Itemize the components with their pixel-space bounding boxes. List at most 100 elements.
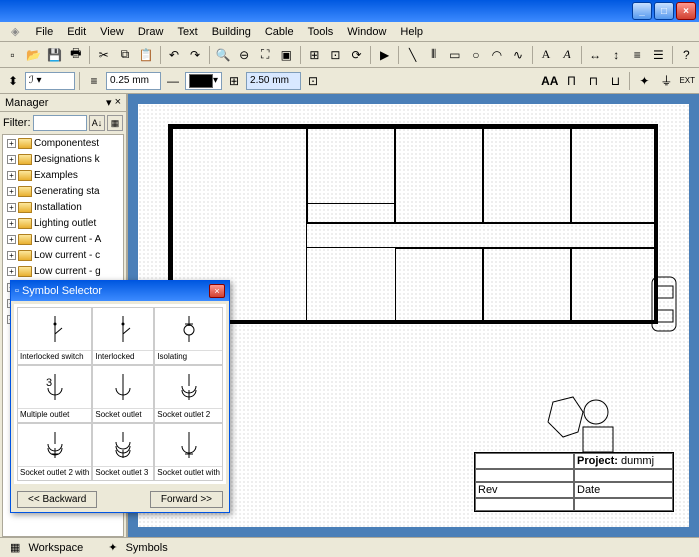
maximize-button[interactable]: □ (654, 2, 674, 20)
ground-icon[interactable]: ⏚ (656, 71, 676, 91)
dialog-titlebar[interactable]: ▫ Symbol Selector × (11, 281, 229, 301)
close-button[interactable]: × (676, 2, 696, 20)
polyline-icon[interactable]: ⦀ (424, 45, 443, 65)
help-icon[interactable]: ? (677, 45, 696, 65)
save-icon[interactable]: 💾 (45, 45, 64, 65)
expand-icon[interactable]: + (7, 251, 16, 260)
open-icon[interactable]: 📂 (24, 45, 43, 65)
lineweight-icon[interactable]: ≡ (84, 71, 104, 91)
dim-icon[interactable]: ↔ (586, 45, 605, 65)
sort-button[interactable]: A↓ (89, 115, 105, 131)
gridsize-combo[interactable]: 2.50 mm (246, 72, 301, 90)
para2-icon[interactable]: ⊓ (583, 71, 603, 91)
menu-file[interactable]: File (28, 24, 60, 40)
symbol-cell[interactable]: Socket outlet 2 (154, 365, 223, 423)
grid-icon[interactable]: ⊞ (305, 45, 324, 65)
symbol-cell[interactable]: Socket outlet with (154, 423, 223, 481)
symbol-cell[interactable]: Socket outlet 2 with (17, 423, 92, 481)
view-button[interactable]: ▦ (107, 115, 123, 131)
tree-item[interactable]: +Designations k (3, 151, 123, 167)
layer-combo[interactable]: ℐ ▾ (25, 72, 75, 90)
para1-icon[interactable]: П (561, 71, 581, 91)
curve-icon[interactable]: ∿ (508, 45, 527, 65)
menu-building[interactable]: Building (205, 24, 258, 40)
manager-close-icon[interactable]: × (115, 96, 121, 109)
text-a-icon[interactable]: A (536, 45, 555, 65)
expand-icon[interactable]: + (7, 203, 16, 212)
linetype-icon[interactable]: — (163, 71, 183, 91)
tree-item[interactable]: +Lighting outlet (3, 215, 123, 231)
print-icon[interactable]: 🖶 (66, 45, 85, 65)
symbol-cell[interactable]: 3Multiple outlet (17, 365, 92, 423)
redo-icon[interactable]: ↷ (186, 45, 205, 65)
text-aa-button[interactable]: AA (540, 71, 559, 91)
minimize-button[interactable]: _ (632, 2, 652, 20)
cut-icon[interactable]: ✂ (94, 45, 113, 65)
rect-icon[interactable]: ▭ (445, 45, 464, 65)
menu-text[interactable]: Text (171, 24, 205, 40)
backward-button[interactable]: << Backward (17, 491, 97, 508)
zoom-fit-icon[interactable]: ⛶ (256, 45, 275, 65)
prop1-icon[interactable]: ⬍ (3, 71, 23, 91)
tree-item[interactable]: +Low current - c (3, 247, 123, 263)
tree-item[interactable]: +Installation (3, 199, 123, 215)
zoom-window-icon[interactable]: ▣ (277, 45, 296, 65)
expand-icon[interactable]: + (7, 155, 16, 164)
symbol-cell[interactable]: Isolating (154, 307, 223, 365)
tree-item[interactable]: +Examples (3, 167, 123, 183)
junction-icon[interactable]: ✦ (634, 71, 654, 91)
menu-help[interactable]: Help (393, 24, 430, 40)
undo-icon[interactable]: ↶ (164, 45, 183, 65)
expand-icon[interactable]: + (7, 139, 16, 148)
align-icon[interactable]: ≡ (628, 45, 647, 65)
line-icon[interactable]: ╲ (403, 45, 422, 65)
refresh-icon[interactable]: ⟳ (347, 45, 366, 65)
snap-icon[interactable]: ⊡ (326, 45, 345, 65)
menu-tools[interactable]: Tools (301, 24, 341, 40)
zoom-in-icon[interactable]: 🔍 (214, 45, 233, 65)
menu-window[interactable]: Window (340, 24, 393, 40)
copy-icon[interactable]: ⧉ (115, 45, 134, 65)
grid2-icon[interactable]: ⊞ (224, 71, 244, 91)
menu-view[interactable]: View (93, 24, 131, 40)
lineweight-combo[interactable]: 0.25 mm (106, 72, 161, 90)
tree-item[interactable]: +Low current - A (3, 231, 123, 247)
layer-icon[interactable]: ☰ (649, 45, 668, 65)
pointer-icon[interactable]: ▶ (375, 45, 394, 65)
workspace-tab[interactable]: ▦ Workspace (5, 540, 93, 555)
menu-draw[interactable]: Draw (131, 24, 171, 40)
dialog-close-button[interactable]: × (209, 284, 225, 298)
expand-icon[interactable]: + (7, 187, 16, 196)
paste-icon[interactable]: 📋 (136, 45, 155, 65)
ext-button[interactable]: EXT (678, 71, 696, 91)
symbol-cell[interactable]: Socket outlet (92, 365, 154, 423)
circle-icon[interactable]: ○ (466, 45, 485, 65)
tree-item[interactable]: +Componentest (3, 135, 123, 151)
symbol-cell[interactable]: Interlocked (92, 307, 154, 365)
dim2-icon[interactable]: ↕ (607, 45, 626, 65)
expand-icon[interactable]: + (7, 219, 16, 228)
menu-cable[interactable]: Cable (258, 24, 301, 40)
symbols-tab[interactable]: ✦ Symbols (103, 540, 177, 555)
tree-item[interactable]: +Generating sta (3, 183, 123, 199)
text-a2-icon[interactable]: A (558, 45, 577, 65)
new-icon[interactable]: ▫ (3, 45, 22, 65)
date-label: Date (574, 482, 673, 498)
window-titlebar: _ □ × (0, 0, 699, 22)
expand-icon[interactable]: + (7, 171, 16, 180)
tree-item[interactable]: +Low current - g (3, 263, 123, 279)
arc-icon[interactable]: ◠ (487, 45, 506, 65)
expand-icon[interactable]: + (7, 267, 16, 276)
folder-icon (18, 138, 32, 149)
color-combo[interactable]: ▾ (185, 72, 222, 90)
expand-icon[interactable]: + (7, 235, 16, 244)
menu-edit[interactable]: Edit (60, 24, 93, 40)
forward-button[interactable]: Forward >> (150, 491, 223, 508)
manager-pin-icon[interactable]: ▾ (106, 96, 112, 109)
symbol-cell[interactable]: Socket outlet 3 (92, 423, 154, 481)
zoom-out-icon[interactable]: ⊖ (235, 45, 254, 65)
filter-input[interactable] (33, 115, 88, 131)
snap2-icon[interactable]: ⊡ (303, 71, 323, 91)
para3-icon[interactable]: ⊔ (605, 71, 625, 91)
symbol-cell[interactable]: Interlocked switch (17, 307, 92, 365)
